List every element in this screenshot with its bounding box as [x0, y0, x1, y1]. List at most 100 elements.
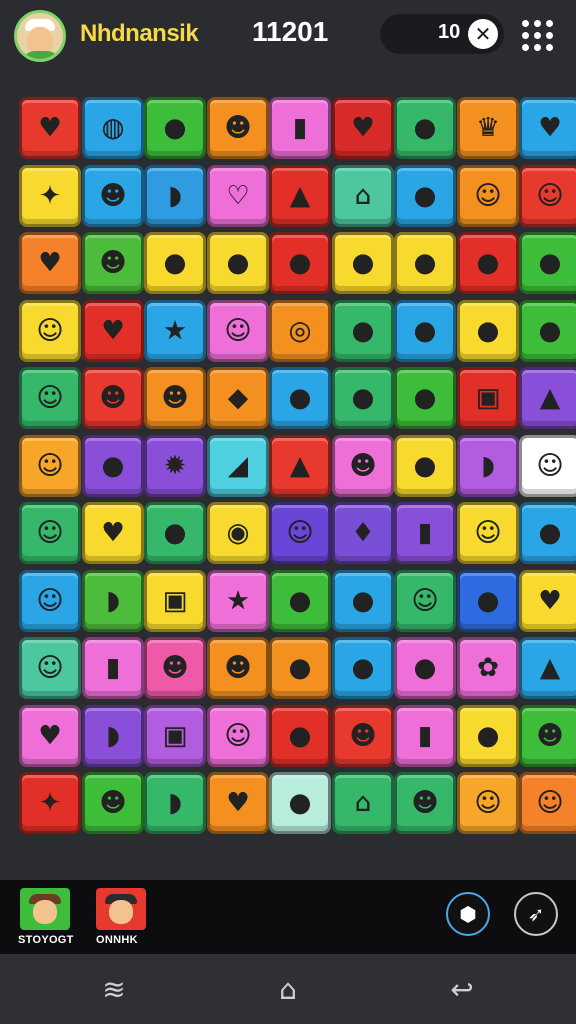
board-tile[interactable]: ☻ — [394, 772, 456, 834]
board-tile[interactable]: ● — [144, 502, 206, 564]
board-tile[interactable]: ☺ — [207, 705, 269, 767]
character-1[interactable] — [20, 888, 70, 930]
board-tile[interactable]: ⌂ — [332, 165, 394, 227]
board-tile[interactable]: ✿ — [457, 637, 519, 699]
board-tile[interactable]: ▲ — [519, 637, 576, 699]
board-tile[interactable]: ✦ — [19, 165, 81, 227]
board-tile[interactable]: ● — [457, 705, 519, 767]
board-tile[interactable]: ◗ — [144, 165, 206, 227]
board-tile[interactable]: ♥ — [82, 300, 144, 362]
board-tile[interactable]: ☺ — [519, 435, 576, 497]
board-tile[interactable]: ▮ — [394, 705, 456, 767]
board-tile[interactable]: ▮ — [269, 97, 331, 159]
board-tile[interactable]: ☻ — [82, 232, 144, 294]
character-2[interactable] — [96, 888, 146, 930]
board-tile[interactable]: ◉ — [207, 502, 269, 564]
board-tile[interactable]: ● — [332, 367, 394, 429]
board-tile[interactable]: ● — [457, 300, 519, 362]
board-tile[interactable]: ♥ — [207, 772, 269, 834]
board-tile[interactable]: ● — [144, 97, 206, 159]
back-icon[interactable]: ↩ — [442, 970, 482, 1010]
board-tile[interactable]: ☻ — [82, 165, 144, 227]
board-tile[interactable]: ▣ — [144, 705, 206, 767]
recents-icon[interactable]: ≋ — [94, 970, 134, 1010]
board-tile[interactable]: ♥ — [19, 705, 81, 767]
board-tile[interactable]: ▲ — [519, 367, 576, 429]
board-tile[interactable]: ◢ — [207, 435, 269, 497]
board-tile[interactable]: ● — [332, 570, 394, 632]
board-tile[interactable]: ◍ — [82, 97, 144, 159]
board-tile[interactable]: ☺ — [519, 165, 576, 227]
board-tile[interactable]: ● — [269, 232, 331, 294]
board-tile[interactable]: ● — [269, 367, 331, 429]
board-tile[interactable]: ♡ — [207, 165, 269, 227]
board-tile[interactable]: ☻ — [82, 772, 144, 834]
board-tile[interactable]: ★ — [207, 570, 269, 632]
board-tile[interactable]: ◗ — [82, 570, 144, 632]
board-tile[interactable]: ☻ — [207, 637, 269, 699]
board-tile[interactable]: ☻ — [144, 367, 206, 429]
board-tile[interactable]: ◗ — [457, 435, 519, 497]
board-tile[interactable]: ☻ — [207, 97, 269, 159]
board-tile[interactable]: ☻ — [332, 435, 394, 497]
board-tile[interactable]: ● — [269, 570, 331, 632]
board-tile[interactable]: ● — [269, 705, 331, 767]
board-tile[interactable]: ☺ — [207, 300, 269, 362]
board-tile[interactable]: ☻ — [332, 705, 394, 767]
board-tile[interactable]: ● — [519, 300, 576, 362]
board-tile[interactable]: ★ — [144, 300, 206, 362]
board-tile[interactable]: ☺ — [269, 502, 331, 564]
board-tile[interactable]: ✦ — [19, 772, 81, 834]
board-tile[interactable]: ☺ — [394, 570, 456, 632]
board-tile[interactable]: ● — [269, 637, 331, 699]
board-tile[interactable]: ☻ — [519, 705, 576, 767]
board-tile[interactable]: ● — [207, 232, 269, 294]
board-tile[interactable]: ♥ — [519, 97, 576, 159]
board-tile[interactable]: ● — [394, 97, 456, 159]
board-tile[interactable]: ☻ — [144, 637, 206, 699]
board-tile[interactable]: ♥ — [519, 570, 576, 632]
board-tile[interactable]: ⌂ — [332, 772, 394, 834]
board-tile[interactable]: ● — [394, 435, 456, 497]
board-tile[interactable]: ☺ — [19, 435, 81, 497]
board-tile[interactable]: ◗ — [82, 705, 144, 767]
board-tile[interactable]: ● — [394, 637, 456, 699]
board-tile[interactable]: ✹ — [144, 435, 206, 497]
board-tile[interactable]: ● — [457, 570, 519, 632]
board-tile[interactable]: ♥ — [332, 97, 394, 159]
board-tile[interactable]: ▲ — [269, 435, 331, 497]
board-tile[interactable]: ● — [82, 435, 144, 497]
board-tile[interactable]: ♥ — [19, 97, 81, 159]
board-tile[interactable]: ● — [332, 232, 394, 294]
board-tile[interactable]: ● — [144, 232, 206, 294]
board-tile[interactable]: ☺ — [19, 570, 81, 632]
board-tile[interactable]: ● — [269, 772, 331, 834]
board-tile[interactable]: ▮ — [394, 502, 456, 564]
board-tile[interactable]: ◗ — [144, 772, 206, 834]
board-tile[interactable]: ☺ — [457, 772, 519, 834]
board-tile[interactable]: ▲ — [269, 165, 331, 227]
board-tile[interactable]: ● — [394, 367, 456, 429]
board-tile[interactable]: ☺ — [19, 367, 81, 429]
board-tile[interactable]: ☺ — [19, 300, 81, 362]
board-tile[interactable]: ◎ — [269, 300, 331, 362]
board-tile[interactable]: ● — [519, 232, 576, 294]
board-tile[interactable]: ♦ — [332, 502, 394, 564]
board-tile[interactable]: ● — [332, 300, 394, 362]
board-tile[interactable]: ♛ — [457, 97, 519, 159]
board-tile[interactable]: ♥ — [19, 232, 81, 294]
shield-button[interactable]: ⬢ — [446, 892, 490, 936]
board-tile[interactable]: ☻ — [82, 367, 144, 429]
board-tile[interactable]: ☺ — [19, 502, 81, 564]
board-tile[interactable]: ☺ — [19, 637, 81, 699]
board-tile[interactable]: ◆ — [207, 367, 269, 429]
board-tile[interactable]: ● — [519, 502, 576, 564]
board-tile[interactable]: ● — [332, 637, 394, 699]
bird-button[interactable]: ➶ — [514, 892, 558, 936]
board-tile[interactable]: ☺ — [519, 772, 576, 834]
board-tile[interactable]: ▮ — [82, 637, 144, 699]
board-tile[interactable]: ▣ — [457, 367, 519, 429]
board-tile[interactable]: ● — [394, 232, 456, 294]
home-icon[interactable]: ⌂ — [268, 970, 308, 1010]
board-tile[interactable]: ☺ — [457, 502, 519, 564]
